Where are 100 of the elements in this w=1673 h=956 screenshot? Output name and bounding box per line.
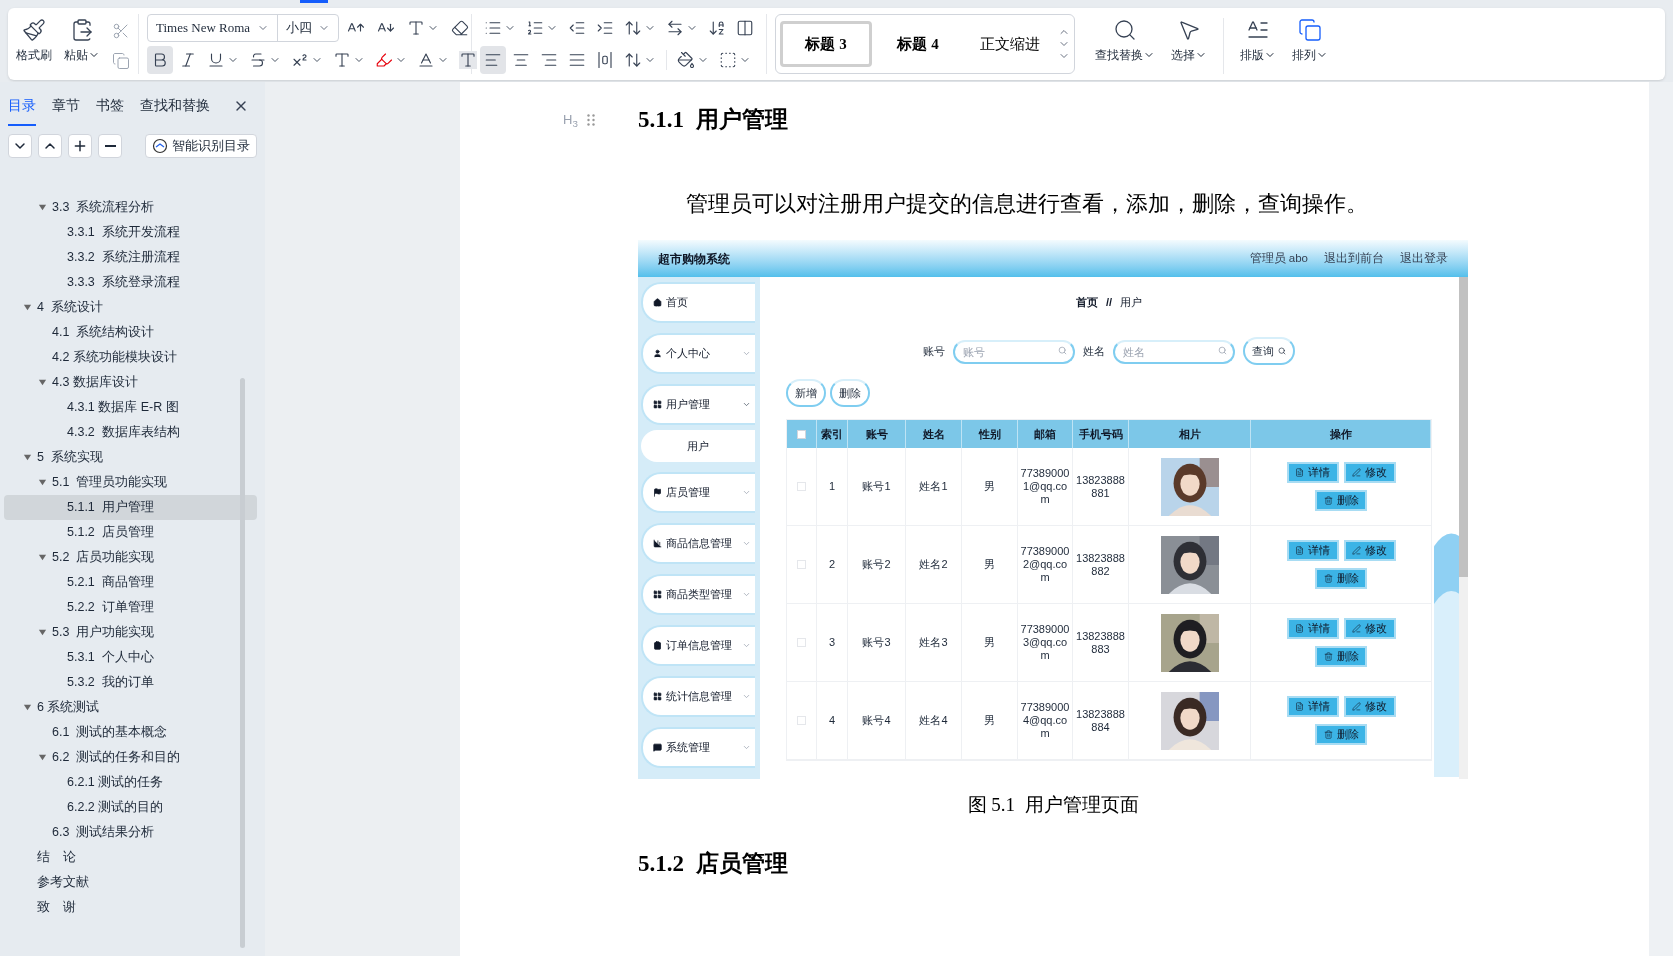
caret-icon[interactable] [38, 478, 47, 487]
delete-button[interactable]: 删除 [1315, 490, 1367, 511]
align-left-button[interactable] [480, 46, 506, 74]
toc-item[interactable]: 4.3.2 数据库表结构 [4, 420, 257, 445]
toc-item[interactable]: 6.2.2 测试的目的 [4, 795, 257, 820]
column-header[interactable]: 邮箱 [1018, 420, 1073, 448]
copy-icon[interactable] [112, 52, 130, 70]
checkbox[interactable] [797, 482, 806, 491]
toc-item[interactable]: 参考文献 [4, 870, 257, 895]
toc-item[interactable]: 5.1 管理员功能实现 [4, 470, 257, 495]
caret-icon[interactable] [38, 553, 47, 562]
layout-tool-button[interactable]: 排版 [1240, 18, 1276, 64]
toc-item[interactable]: 4.3.1 数据库 E-R 图 [4, 395, 257, 420]
toc-item[interactable]: 4.3 数据库设计 [4, 370, 257, 395]
toc-item[interactable]: 结 论 [4, 845, 257, 870]
column-header[interactable]: 性别 [962, 420, 1018, 448]
scrollbar[interactable] [240, 378, 245, 948]
arrange-tool-button[interactable]: 排列 [1292, 18, 1328, 64]
header-link[interactable]: 退出到前台 [1324, 249, 1384, 268]
toc-item[interactable]: 4.1 系统结构设计 [4, 320, 257, 345]
toc-item[interactable]: 6.2 测试的任务和目的 [4, 745, 257, 770]
toc-item[interactable]: 5.3.1 个人中心 [4, 645, 257, 670]
toc-item[interactable]: 4.2 系统功能模块设计 [4, 345, 257, 370]
toc-item[interactable]: 3.3.3 系统登录流程 [4, 270, 257, 295]
breadcrumb-item[interactable]: 首页 [1075, 293, 1098, 311]
menu-item[interactable]: 订单信息管理 [641, 625, 755, 666]
caret-icon[interactable] [23, 703, 32, 712]
search-field[interactable]: 姓名 [1113, 340, 1235, 364]
caret-icon[interactable] [38, 753, 47, 762]
sidebar-tab[interactable]: 书签 [96, 86, 124, 126]
menu-item[interactable]: 店员管理 [641, 472, 755, 513]
checkbox[interactable] [797, 560, 806, 569]
style-option[interactable]: 标题 3 [780, 21, 872, 67]
caret-icon[interactable] [38, 628, 47, 637]
toc-item[interactable]: 5.1.2 店员管理 [4, 520, 257, 545]
header-link[interactable]: 管理员 abo [1249, 249, 1308, 268]
scissors-icon[interactable] [112, 22, 130, 40]
caret-icon[interactable] [38, 203, 47, 212]
column-header[interactable]: 索引 [817, 420, 848, 448]
caret-icon[interactable] [23, 303, 32, 312]
add-button[interactable]: 新增 [786, 379, 826, 407]
toc-item[interactable]: 5.2 店员功能实现 [4, 545, 257, 570]
menu-item[interactable]: 商品信息管理 [641, 523, 755, 564]
delete-button[interactable]: 删除 [1315, 724, 1367, 745]
toc-item[interactable]: 5.3 用户功能实现 [4, 620, 257, 645]
bold-button[interactable] [147, 46, 173, 74]
menu-item[interactable]: 个人中心 [641, 333, 755, 374]
smart-toc-button[interactable]: 智能识别目录 [145, 134, 257, 158]
menu-item[interactable]: 商品类型管理 [641, 574, 755, 615]
details-button[interactable]: 详情 [1286, 462, 1339, 483]
edit-button[interactable]: 修改 [1343, 540, 1396, 561]
drag-handle-icon[interactable] [587, 114, 595, 126]
column-header[interactable]: 账号 [848, 420, 906, 448]
toc-item[interactable]: 5.1.1 用户管理 [4, 495, 257, 520]
toc-item[interactable]: 致 谢 [4, 895, 257, 920]
menu-item[interactable]: 统计信息管理 [641, 676, 755, 717]
expand-button[interactable] [38, 134, 62, 158]
edit-button[interactable]: 修改 [1343, 462, 1396, 483]
column-header[interactable]: 手机号码 [1073, 420, 1129, 448]
style-option[interactable]: 正文缩进 [964, 21, 1056, 67]
style-option[interactable]: 标题 4 [872, 21, 964, 67]
delete-button[interactable]: 删除 [1315, 646, 1367, 667]
find-tool-button[interactable]: 查找替换 [1095, 18, 1155, 64]
details-button[interactable]: 详情 [1286, 618, 1339, 639]
column-header[interactable]: 操作 [1251, 420, 1431, 448]
toc-item[interactable]: 4 系统设计 [4, 295, 257, 320]
edit-button[interactable]: 修改 [1343, 696, 1396, 717]
menu-item[interactable]: 用户管理 [641, 384, 755, 425]
details-button[interactable]: 详情 [1286, 696, 1339, 717]
delete-button[interactable]: 删除 [830, 379, 870, 407]
sidebar-tab[interactable]: 目录 [8, 86, 36, 126]
add-button[interactable] [68, 134, 92, 158]
menu-item[interactable]: 首页 [641, 282, 755, 323]
select-tool-button[interactable]: 选择 [1171, 18, 1207, 64]
toc-item[interactable]: 5.2.1 商品管理 [4, 570, 257, 595]
caret-icon[interactable] [38, 378, 47, 387]
toc-item[interactable]: 6.3 测试结果分析 [4, 820, 257, 845]
delete-button[interactable]: 删除 [1315, 568, 1367, 589]
header-link[interactable]: 退出登录 [1400, 249, 1448, 268]
toc-item[interactable]: 5 系统实现 [4, 445, 257, 470]
format-painter-button[interactable]: 格式刷 [16, 18, 52, 64]
sidebar-tab[interactable]: 章节 [52, 86, 80, 126]
collapse-button[interactable] [8, 134, 32, 158]
checkbox[interactable] [797, 429, 806, 439]
edit-button[interactable]: 修改 [1343, 618, 1396, 639]
paste-button[interactable]: 粘贴 [64, 18, 100, 64]
toc-item[interactable]: 6 系统测试 [4, 695, 257, 720]
submenu-item[interactable]: 用户 [641, 430, 755, 462]
sidebar-tab[interactable]: 查找和替换 [140, 86, 210, 126]
column-header[interactable]: 相片 [1129, 420, 1251, 448]
toc-item[interactable]: 6.1 测试的基本概念 [4, 720, 257, 745]
toc-item[interactable]: 3.3 系统流程分析 [4, 195, 257, 220]
breadcrumb-item[interactable]: 用户 [1120, 293, 1143, 311]
checkbox[interactable] [797, 716, 806, 725]
column-header[interactable]: 姓名 [906, 420, 962, 448]
toc-item[interactable]: 5.3.2 我的订单 [4, 670, 257, 695]
menu-item[interactable]: 系统管理 [641, 727, 755, 768]
details-button[interactable]: 详情 [1286, 540, 1339, 561]
toc-item[interactable]: 6.2.1 测试的任务 [4, 770, 257, 795]
search-field[interactable]: 账号 [953, 340, 1075, 364]
